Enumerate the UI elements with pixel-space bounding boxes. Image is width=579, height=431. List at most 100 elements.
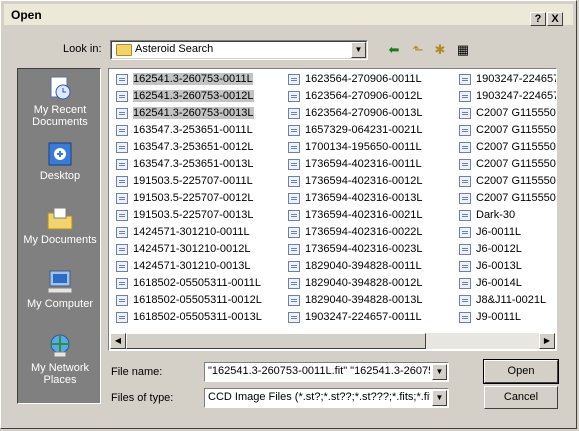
up-folder-icon[interactable]: ⬑ — [408, 41, 428, 59]
file-item[interactable]: J6-0011L — [456, 224, 556, 241]
places-bar: My Recent Documents Desktop My Documents — [17, 68, 101, 404]
file-item[interactable]: 1424571-301210-0012L — [113, 241, 262, 258]
file-type-select[interactable]: CCD Image Files (*.st?;*.st??;*.st???;*.… — [204, 388, 449, 408]
file-icon — [116, 278, 128, 289]
file-item[interactable]: 1618502-05505311-0011L — [113, 275, 262, 292]
file-type-dropdown-icon[interactable]: ▼ — [432, 390, 447, 406]
file-icon — [116, 125, 128, 136]
scroll-right-button[interactable]: ▶ — [539, 333, 555, 349]
new-folder-icon[interactable]: ✱ — [430, 41, 450, 59]
file-name: 162541.3-260753-0012L — [133, 90, 254, 102]
file-item[interactable]: 1736594-402316-0023L — [285, 241, 422, 258]
file-item[interactable]: 1424571-301210-0013L — [113, 258, 262, 275]
file-item[interactable]: 1736594-402316-0013L — [285, 190, 422, 207]
file-item[interactable]: 191503.5-225707-0012L — [113, 190, 262, 207]
file-item[interactable]: 1829040-394828-0013L — [285, 292, 422, 309]
scroll-left-button[interactable]: ◀ — [110, 333, 126, 349]
file-icon — [288, 193, 300, 204]
file-icon — [288, 210, 300, 221]
file-name: J6-0014L — [476, 277, 522, 289]
file-column-3: 1903247-224657- 1903247-224657- C2007 G115… — [456, 71, 557, 326]
file-item[interactable]: 162541.3-260753-0012L — [113, 88, 262, 105]
cancel-button[interactable]: Cancel — [484, 386, 558, 409]
file-icon — [459, 193, 471, 204]
place-network[interactable]: My Network Places — [18, 333, 102, 386]
file-item[interactable]: 1657329-064231-0021L — [285, 122, 422, 139]
file-item[interactable]: 191503.5-225707-0011L — [113, 173, 262, 190]
help-button[interactable]: ? — [530, 12, 546, 26]
file-item[interactable]: 163547.3-253651-0013L — [113, 156, 262, 173]
file-item[interactable]: 1903247-224657- — [456, 88, 556, 105]
file-item[interactable]: J6-0013L — [456, 258, 556, 275]
file-name: 163547.3-253651-0013L — [133, 158, 254, 170]
file-item[interactable]: 1424571-301210-0011L — [113, 224, 262, 241]
file-name-dropdown-icon[interactable]: ▼ — [432, 364, 447, 380]
file-name: C2007 G1155505 — [476, 175, 557, 187]
file-icon — [459, 108, 471, 119]
file-item[interactable]: C2007 G1155505 — [456, 139, 556, 156]
file-item[interactable]: 191503.5-225707-0013L — [113, 207, 262, 224]
file-icon — [288, 227, 300, 238]
file-name: J6-0011L — [476, 226, 522, 238]
look-in-select[interactable]: Asteroid Search ▼ — [110, 40, 368, 60]
file-icon — [459, 295, 471, 306]
place-my-documents[interactable]: My Documents — [18, 205, 102, 246]
file-icon — [459, 142, 471, 153]
file-item[interactable]: 1623564-270906-0011L — [285, 71, 422, 88]
file-icon — [116, 108, 128, 119]
file-item[interactable]: 162541.3-260753-0011L — [113, 71, 262, 88]
dialog-title: Open — [11, 8, 42, 22]
file-item[interactable]: 1903247-224657- — [456, 71, 556, 88]
file-item[interactable]: 163547.3-253651-0012L — [113, 139, 262, 156]
file-item[interactable]: 1829040-394828-0012L — [285, 275, 422, 292]
file-item[interactable]: J8&J11-0021L — [456, 292, 556, 309]
file-item[interactable]: 1618502-05505311-0012L — [113, 292, 262, 309]
file-icon — [459, 227, 471, 238]
file-item[interactable]: C2007 G1155505 — [456, 173, 557, 190]
chevron-down-icon[interactable]: ▼ — [351, 42, 366, 58]
view-menu-icon[interactable]: ▦ — [453, 41, 473, 59]
file-name: 1903247-224657-0011L — [305, 311, 422, 323]
file-item[interactable]: C2007 G1155505 — [456, 156, 556, 173]
file-item[interactable]: J9-0011L — [456, 309, 556, 326]
file-item[interactable]: 1736594-402316-0022L — [285, 224, 422, 241]
file-item[interactable]: 162541.3-260753-0013L — [113, 105, 262, 122]
file-item[interactable]: 1623564-270906-0012L — [285, 88, 422, 105]
place-my-computer[interactable]: My Computer — [18, 269, 102, 310]
file-item[interactable]: J6-0012L — [456, 241, 556, 258]
file-name: 191503.5-225707-0011L — [133, 175, 253, 187]
file-item[interactable]: C2007 G1155505 — [456, 190, 556, 207]
file-icon — [116, 244, 128, 255]
file-item[interactable]: J6-0014L — [456, 275, 556, 292]
place-recent[interactable]: My Recent Documents — [18, 75, 102, 128]
file-item[interactable]: C2007 G1155505 — [456, 122, 556, 139]
file-item[interactable]: 1623564-270906-0013L — [285, 105, 422, 122]
file-item[interactable]: Dark-30 — [456, 207, 556, 224]
file-item[interactable]: 1736594-402316-0021L — [285, 207, 422, 224]
file-item[interactable]: 1618502-05505311-0013L — [113, 309, 262, 326]
file-name: 1700134-195650-0011L — [305, 141, 422, 153]
file-list[interactable]: 162541.3-260753-0011L 162541.3-260753-001… — [108, 68, 557, 351]
file-item[interactable]: 163547.3-253651-0011L — [113, 122, 262, 139]
file-icon — [459, 91, 471, 102]
file-icon — [116, 210, 128, 221]
place-desktop[interactable]: Desktop — [18, 141, 102, 182]
file-name-input[interactable]: "162541.3-260753-0011L.fit" "162541.3-26… — [204, 362, 449, 382]
file-item[interactable]: 1700134-195650-0011L — [285, 139, 422, 156]
file-name: Dark-30 — [476, 209, 516, 221]
file-item[interactable]: C2007 G1155505 — [456, 105, 556, 122]
file-item[interactable]: 1736594-402316-0011L — [285, 156, 422, 173]
title-bar[interactable]: Open — [4, 4, 573, 25]
close-button[interactable]: X — [547, 12, 563, 26]
horizontal-scrollbar[interactable]: ◀ ▶ — [110, 333, 555, 349]
back-arrow-icon[interactable]: ⬅ — [384, 41, 404, 59]
file-name: J6-0012L — [476, 243, 522, 255]
file-item[interactable]: 1903247-224657-0011L — [285, 309, 422, 326]
open-button[interactable]: Open — [483, 359, 559, 384]
file-name: 1736594-402316-0021L — [305, 209, 423, 221]
place-network-label: My Network Places — [30, 362, 90, 386]
scroll-thumb[interactable] — [126, 333, 426, 349]
file-name: 191503.5-225707-0012L — [133, 192, 254, 204]
file-item[interactable]: 1829040-394828-0011L — [285, 258, 422, 275]
file-item[interactable]: 1736594-402316-0012L — [285, 173, 422, 190]
